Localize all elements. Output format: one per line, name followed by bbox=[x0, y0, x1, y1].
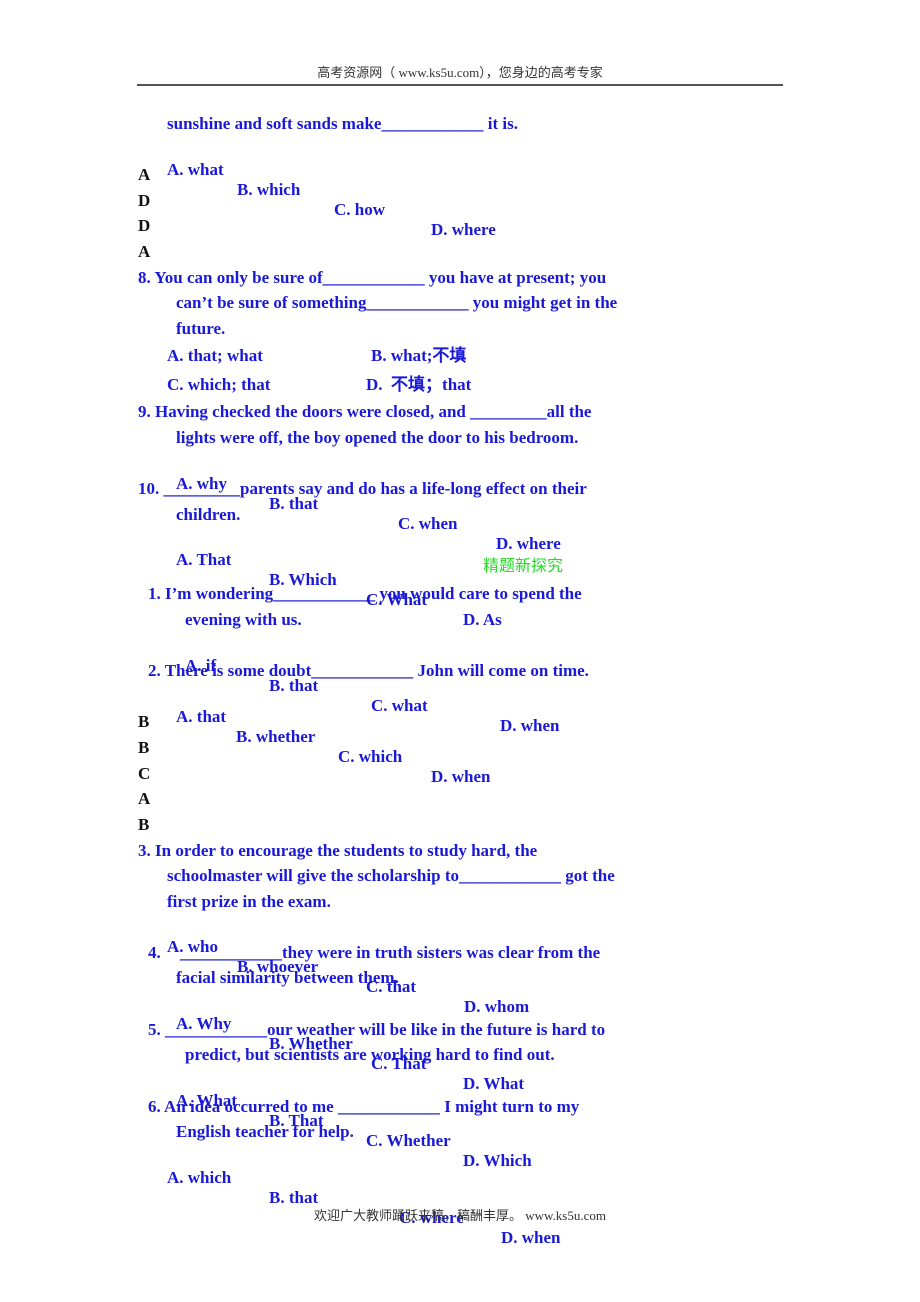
answer-item: B bbox=[138, 738, 150, 757]
options-row: A. That B. Which C. What D. As bbox=[176, 530, 576, 629]
question-line: lights were off, the boy opened the door… bbox=[176, 428, 579, 447]
question-line: sunshine and soft sands make____________… bbox=[167, 114, 518, 133]
question-line: 5. ____________our weather will be like … bbox=[148, 1020, 606, 1039]
option-c: C. how bbox=[334, 200, 386, 219]
question-line: children. bbox=[176, 505, 241, 524]
options-row: A. if B. that C. what D. when bbox=[185, 636, 585, 735]
answer-item: C bbox=[138, 764, 151, 783]
question-line: 10. _________parents say and do has a li… bbox=[138, 479, 587, 498]
question-line: 8. You can only be sure of____________ y… bbox=[138, 268, 607, 287]
question-line: schoolmaster will give the scholarship t… bbox=[167, 866, 615, 885]
question-line: future. bbox=[176, 319, 226, 338]
header-divider bbox=[137, 84, 783, 86]
header-text: 高考资源网（ www.ks5u.com），您身边的高考专家 bbox=[317, 65, 603, 80]
options-row: A. What B. That C. Whether D. Which bbox=[176, 1071, 576, 1170]
answer-item: A bbox=[138, 165, 151, 184]
option-a: A. what bbox=[167, 160, 224, 179]
question-line: 9. Having checked the doors were closed,… bbox=[138, 402, 592, 421]
answer-item: A bbox=[138, 789, 151, 808]
options-row: A. why B. that C. when D. where bbox=[176, 454, 576, 553]
option-a: A. that bbox=[176, 707, 227, 726]
question-line: 1. I’m wondering____________ you would c… bbox=[148, 584, 582, 603]
options-row: A. which B. that C. where D. when bbox=[167, 1148, 587, 1247]
answer-item: A bbox=[138, 242, 151, 261]
question-line: first prize in the exam. bbox=[167, 892, 331, 911]
question-line: predict, but scientists are working hard… bbox=[185, 1045, 555, 1064]
option-c: C. which; that bbox=[167, 375, 271, 394]
question-line: evening with us. bbox=[185, 610, 302, 629]
option-d: D. 不填；that bbox=[366, 375, 472, 394]
page-footer: 欢迎广大教师踊跃来稿，稿酬丰厚。 www.ks5u.com bbox=[313, 1208, 606, 1223]
option-a: A. which bbox=[167, 1168, 232, 1187]
option-b: B. whether bbox=[236, 727, 316, 746]
option-d: D. when bbox=[500, 716, 560, 735]
option-d: D. when bbox=[501, 1228, 561, 1247]
question-line: ____________they were in truth sisters w… bbox=[180, 943, 601, 962]
question-line: English teacher for help. bbox=[176, 1122, 354, 1141]
answer-item: D bbox=[138, 216, 151, 235]
option-c: C. which bbox=[338, 747, 403, 766]
question-line: can’t be sure of something____________ y… bbox=[176, 293, 618, 312]
option-b: B. that bbox=[269, 1188, 319, 1207]
question-line: 6. An idea occurred to me ____________ I… bbox=[148, 1097, 580, 1116]
question-line: 3. In order to encourage the students to… bbox=[138, 841, 538, 860]
answer-item: D bbox=[138, 191, 151, 210]
option-d: D. As bbox=[463, 610, 502, 629]
option-b: B. what;不填 bbox=[371, 346, 467, 365]
question-line: 2. There is some doubt____________ John … bbox=[148, 661, 589, 680]
question-number: 4. bbox=[148, 943, 161, 962]
question-line: facial similarity between them. bbox=[176, 968, 399, 987]
answer-item: B bbox=[138, 815, 150, 834]
options-row: A. that B. whether C. which D. when bbox=[176, 687, 576, 786]
answer-item: B bbox=[138, 712, 150, 731]
options-row: A. what B. which C. how D. where bbox=[167, 140, 567, 239]
section-title: 精题新探究 bbox=[483, 556, 564, 575]
option-a: A. That bbox=[176, 550, 232, 569]
option-b: B. which bbox=[237, 180, 301, 199]
options-row: A. Why B. Whether C. That D. What bbox=[176, 994, 576, 1093]
option-d: D. when bbox=[431, 767, 491, 786]
options-row: A. who B. whoever C. that D. whom bbox=[167, 917, 567, 1016]
option-d: D. where bbox=[431, 220, 496, 239]
option-a: A. that; what bbox=[167, 346, 263, 365]
